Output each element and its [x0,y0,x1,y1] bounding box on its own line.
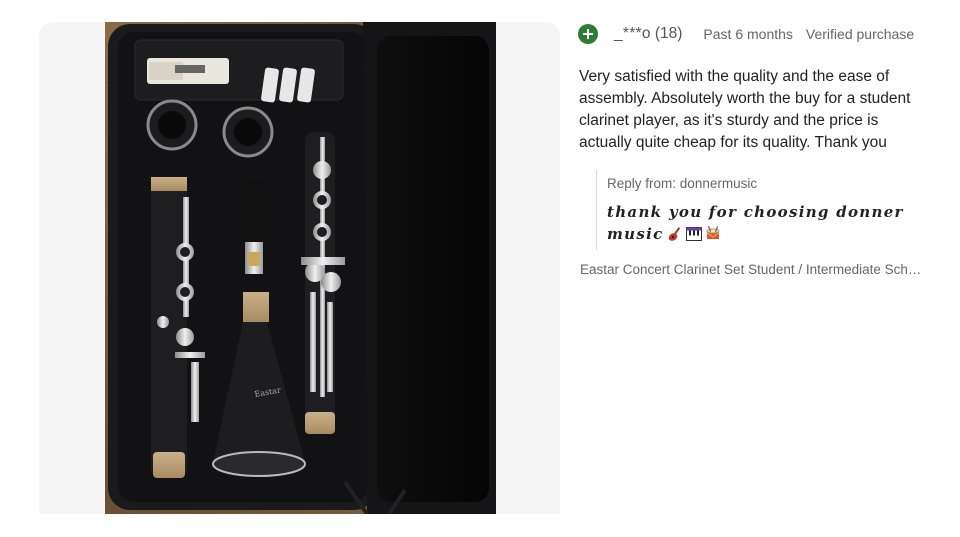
review-header: _***o (18) Past 6 months Verified purcha… [578,23,914,45]
product-title-link[interactable]: Eastar Concert Clarinet Set Student / In… [580,262,925,277]
clarinet-case-photo[interactable]: Eastar [105,22,496,514]
reply-body: thank you for choosing donner music [607,201,927,248]
reviewer-name: _***o [614,25,651,42]
guitar-emoji-icon [667,226,683,248]
reply-text: thank you for choosing donner music [607,203,904,243]
review-card: Eastar _***o (18) Past 6 months Verified… [0,0,960,537]
plus-circle-icon[interactable] [578,24,598,44]
verified-purchase-badge: Verified purchase [805,26,915,42]
reply-header: Reply from: donnermusic [607,176,927,191]
reply-label: Reply from: [607,176,677,191]
piano-keys-emoji-icon [685,226,702,248]
reply-author: donnermusic [679,176,758,191]
review-date: Past 6 months [703,26,793,42]
seller-reply: Reply from: donnermusic thank you for ch… [596,170,927,250]
drum-emoji-icon [705,225,721,248]
review-photo-panel: Eastar [39,22,560,514]
reviewer-review-count: (18) [654,25,683,42]
review-text: Very satisfied with the quality and the … [579,68,911,151]
